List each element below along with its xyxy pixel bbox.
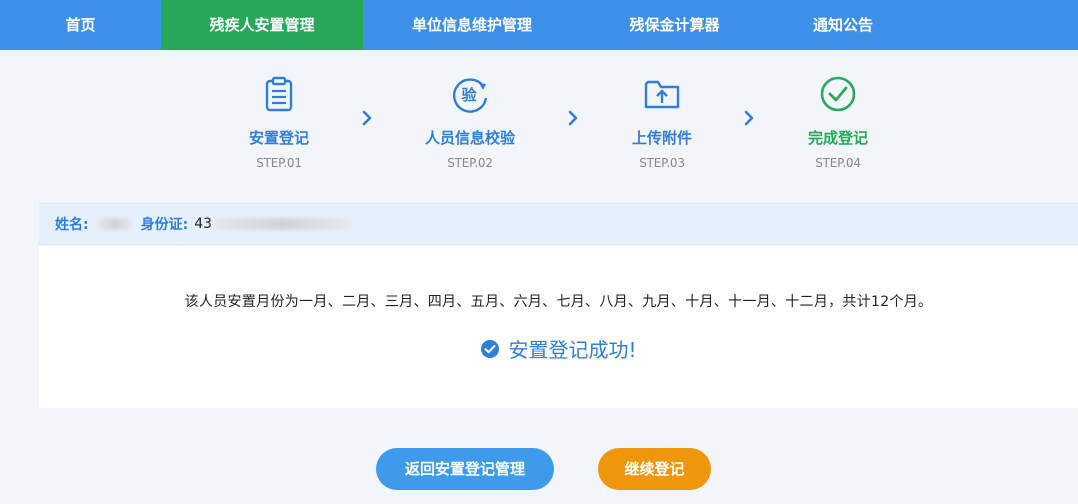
chevron-right-icon (362, 110, 372, 126)
nav-item-home[interactable]: 首页 (0, 0, 161, 50)
step-2-title: 人员信息校验 (424, 129, 515, 147)
clipboard-icon (265, 76, 293, 112)
success-message: 安置登记成功! (39, 334, 1078, 363)
step-3-title: 上传附件 (631, 129, 692, 147)
id-label: 身份证: (140, 217, 189, 233)
nav-item-notices[interactable]: 通知公告 (768, 0, 918, 50)
verify-glyph: 验 (461, 86, 477, 104)
step-2: 验 人员信息校验 STEP.02 (380, 74, 560, 170)
step-1-sub: STEP.01 (256, 156, 302, 170)
verify-icon: 验 (453, 78, 488, 113)
result-card: 该人员安置月份为一月、二月、三月、四月、五月、六月、七月、八月、九月、十月、十一… (39, 246, 1078, 408)
check-circle-icon (820, 76, 856, 112)
step-4-title: 完成登记 (807, 129, 868, 147)
step-1-title: 安置登记 (248, 129, 309, 147)
step-progress: 安置登记 STEP.01 验 人员信息校验 STEP.02 上传附件 STEP.… (0, 50, 1078, 200)
name-value-redacted (96, 218, 133, 230)
back-to-management-button[interactable]: 返回安置登记管理 (376, 448, 554, 490)
step-4: 完成登记 STEP.04 (748, 74, 928, 170)
nav-item-calculator[interactable]: 残保金计算器 (581, 0, 768, 50)
nav-item-unit-info[interactable]: 单位信息维护管理 (363, 0, 581, 50)
name-label: 姓名: (55, 217, 89, 233)
step-3-sub: STEP.03 (639, 156, 685, 170)
step-2-sub: STEP.02 (447, 156, 493, 170)
check-badge-icon (481, 339, 500, 358)
continue-registration-button[interactable]: 继续登记 (598, 448, 711, 490)
step-3: 上传附件 STEP.03 (572, 74, 752, 170)
id-value: 43 (194, 216, 213, 232)
id-value-redacted (212, 218, 353, 230)
top-nav: 首页 残疾人安置管理 单位信息维护管理 残保金计算器 通知公告 (0, 0, 1078, 50)
success-text: 安置登记成功! (508, 338, 637, 362)
person-info-bar: 姓名: 身份证: 43 (39, 203, 1078, 245)
step-4-sub: STEP.04 (815, 156, 861, 170)
placement-months-text: 该人员安置月份为一月、二月、三月、四月、五月、六月、七月、八月、九月、十月、十一… (184, 294, 933, 310)
step-1: 安置登记 STEP.01 (189, 74, 369, 170)
upload-folder-icon (644, 80, 680, 109)
nav-item-placement-management[interactable]: 残疾人安置管理 (161, 0, 363, 50)
